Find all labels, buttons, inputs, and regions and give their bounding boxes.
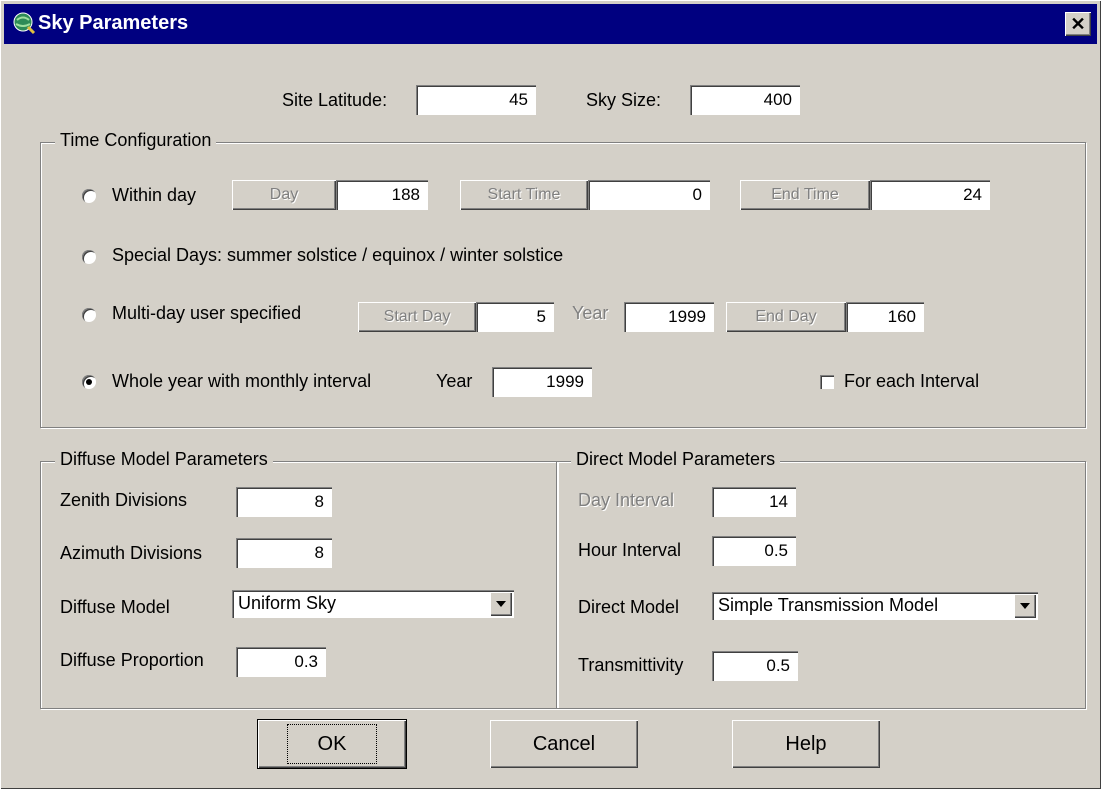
ok-label: OK: [286, 724, 378, 764]
direct-model-label: Direct Model: [578, 597, 680, 617]
start-time-button[interactable]: Start Time: [460, 180, 588, 210]
special-days-label: Special Days: summer solstice / equinox …: [112, 245, 564, 265]
ok-button[interactable]: OK: [258, 720, 406, 768]
multi-day-year-input[interactable]: 1999: [624, 302, 714, 332]
end-time-button[interactable]: End Time: [740, 180, 870, 210]
close-button[interactable]: ✕: [1065, 12, 1091, 36]
start-day-button[interactable]: Start Day: [358, 302, 476, 332]
multi-day-label: Multi-day user specified: [112, 303, 302, 323]
within-day-radio[interactable]: [82, 189, 96, 203]
whole-year-label: Whole year with monthly interval: [112, 371, 372, 391]
site-latitude-input[interactable]: 45: [416, 85, 536, 115]
diffuse-model-dropdown[interactable]: Uniform Sky: [232, 590, 514, 618]
close-icon: ✕: [1070, 14, 1086, 34]
multi-day-year-label: Year: [572, 303, 609, 323]
multi-day-radio[interactable]: [82, 308, 96, 322]
diffuse-model-value: Uniform Sky: [238, 593, 337, 613]
site-latitude-label: Site Latitude:: [282, 90, 388, 110]
globe-icon: [13, 12, 36, 35]
hour-interval-label: Hour Interval: [578, 540, 682, 560]
window-title: Sky Parameters: [38, 12, 189, 34]
diffuse-proportion-input[interactable]: 0.3: [236, 647, 326, 677]
day-interval-label: Day Interval: [578, 490, 675, 510]
direct-model-dropdown[interactable]: Simple Transmission Model: [712, 592, 1038, 620]
chevron-down-icon[interactable]: [490, 592, 512, 616]
end-day-button[interactable]: End Day: [726, 302, 846, 332]
end-day-input[interactable]: 160: [846, 302, 924, 332]
diffuse-model-label: Diffuse Model: [60, 597, 170, 617]
zenith-divisions-input[interactable]: 8: [236, 487, 332, 517]
special-days-radio[interactable]: [82, 250, 96, 264]
cancel-button[interactable]: Cancel: [490, 720, 638, 768]
transmittivity-input[interactable]: 0.5: [712, 651, 798, 681]
day-input[interactable]: 188: [336, 180, 428, 210]
time-configuration-title: Time Configuration: [55, 130, 217, 151]
sky-size-label: Sky Size:: [586, 90, 662, 110]
day-interval-input[interactable]: 14: [712, 487, 796, 517]
within-day-label: Within day: [112, 185, 197, 205]
whole-year-year-input[interactable]: 1999: [492, 367, 592, 397]
diffuse-model-title: Diffuse Model Parameters: [55, 449, 273, 470]
zenith-divisions-label: Zenith Divisions: [60, 490, 188, 510]
day-button[interactable]: Day: [232, 180, 336, 210]
direct-model-value: Simple Transmission Model: [718, 595, 939, 615]
dialog-window: Sky Parameters ✕ Site Latitude: 45 Sky S…: [0, 0, 1101, 789]
start-time-input[interactable]: 0: [588, 180, 710, 210]
direct-model-title: Direct Model Parameters: [571, 449, 781, 470]
for-each-interval-checkbox[interactable]: [820, 375, 834, 389]
chevron-down-icon[interactable]: [1014, 594, 1036, 618]
diffuse-proportion-label: Diffuse Proportion: [60, 650, 204, 670]
end-time-input[interactable]: 24: [870, 180, 990, 210]
azimuth-divisions-label: Azimuth Divisions: [60, 543, 203, 563]
whole-year-year-label: Year: [436, 371, 473, 391]
azimuth-divisions-input[interactable]: 8: [236, 538, 332, 568]
hour-interval-input[interactable]: 0.5: [712, 536, 796, 566]
transmittivity-label: Transmittivity: [578, 655, 684, 675]
start-day-input[interactable]: 5: [476, 302, 554, 332]
whole-year-radio[interactable]: [82, 375, 96, 389]
for-each-interval-label: For each Interval: [844, 371, 980, 391]
help-button[interactable]: Help: [732, 720, 880, 768]
title-bar[interactable]: Sky Parameters ✕: [4, 4, 1097, 44]
sky-size-input[interactable]: 400: [690, 85, 800, 115]
